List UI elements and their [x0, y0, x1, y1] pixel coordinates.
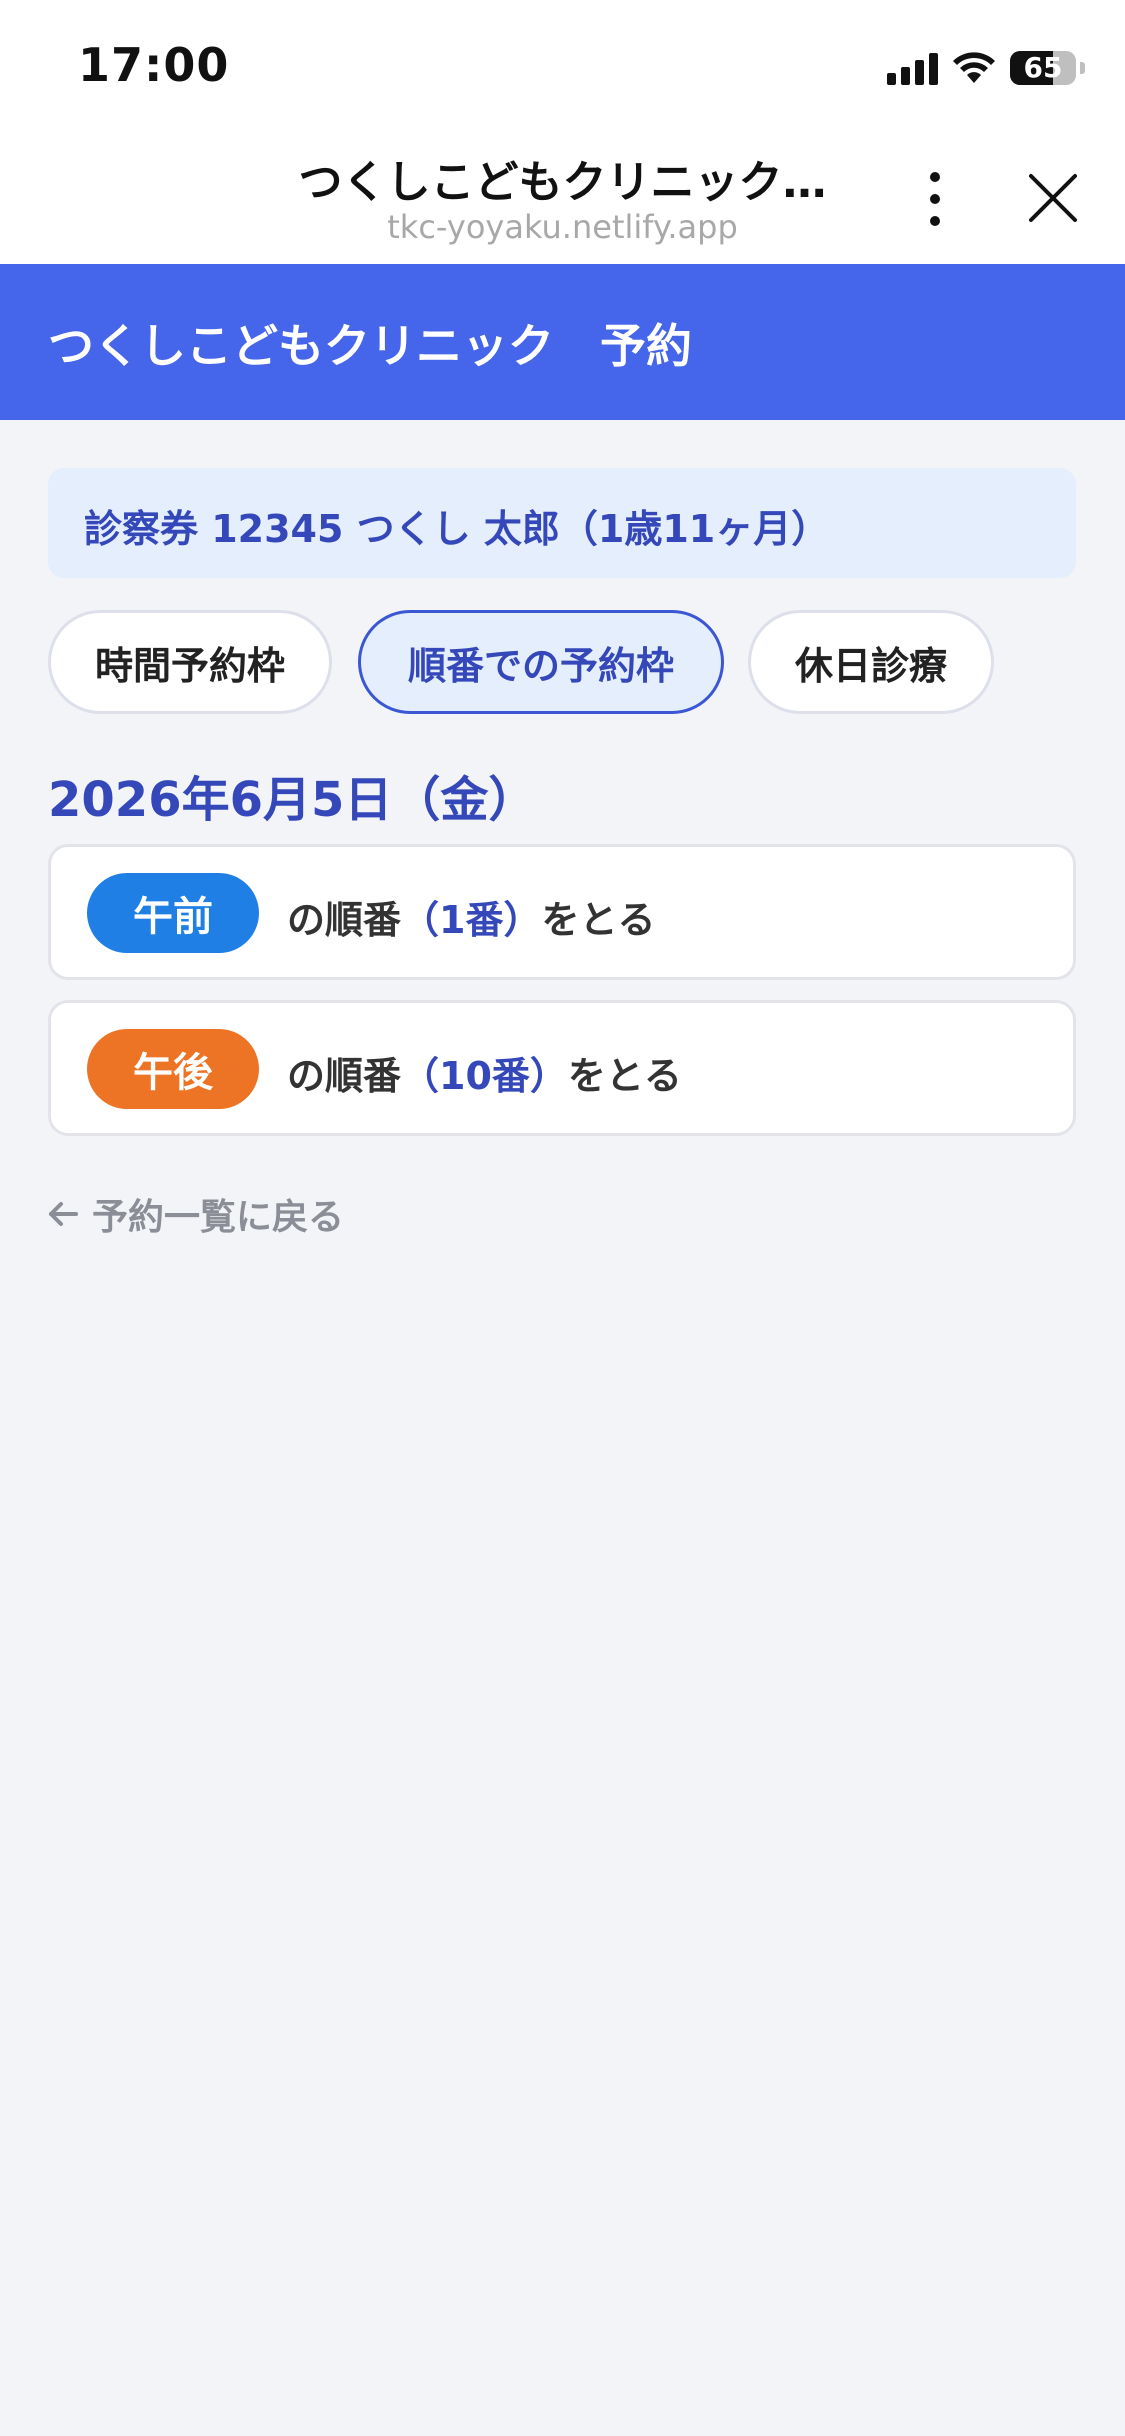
signal-icon [887, 51, 938, 85]
date-heading: 2026年6月5日（金） [48, 772, 537, 828]
app-header: つくしこどもクリニック 予約 [0, 264, 1125, 420]
more-vertical-icon[interactable] [920, 170, 950, 230]
close-icon[interactable] [1025, 170, 1081, 226]
patient-card: 診察券 12345 つくし 太郎（1歳11ヶ月） [48, 468, 1076, 578]
slot-prefix: の順番 [287, 898, 402, 942]
status-time: 17:00 [78, 38, 230, 92]
battery-nub [1080, 62, 1085, 74]
browser-url: tkc-yoyaku.netlify.app [387, 208, 738, 246]
slot-number: （1番） [401, 898, 542, 942]
back-link-label: 予約一覧に戻る [92, 1197, 345, 1238]
slot-suffix: をとる [567, 1054, 682, 1098]
app-title: つくしこどもクリニック 予約 [48, 319, 692, 373]
status-bar: 17:00 65 [0, 0, 1125, 130]
slot-morning[interactable]: 午前 の順番（1番）をとる [48, 844, 1076, 980]
tab-time-slots[interactable]: 時間予約枠 [48, 610, 332, 714]
patient-info: 診察券 12345 つくし 太郎（1歳11ヶ月） [84, 507, 830, 551]
slot-number: （10番） [401, 1054, 568, 1098]
tab-order-slots[interactable]: 順番での予約枠 [358, 610, 724, 714]
slot-badge-afternoon: 午後 [87, 1029, 259, 1109]
browser-title: つくしこどもクリニック… [298, 157, 827, 208]
battery-icon: 65 [1010, 51, 1076, 85]
slot-suffix: をとる [541, 898, 656, 942]
slot-badge-morning: 午前 [87, 873, 259, 953]
browser-header: つくしこどもクリニック… tkc-yoyaku.netlify.app [0, 130, 1125, 264]
back-to-list-link[interactable]: 予約一覧に戻る [48, 1188, 344, 1240]
wifi-icon [953, 52, 995, 83]
slot-text-morning: の順番（1番）をとる [287, 889, 655, 944]
arrow-left-icon [49, 1202, 78, 1226]
slot-afternoon[interactable]: 午後 の順番（10番）をとる [48, 1000, 1076, 1136]
slot-text-afternoon: の順番（10番）をとる [287, 1045, 682, 1100]
battery-level: 65 [1023, 51, 1063, 84]
slot-prefix: の順番 [287, 1054, 402, 1098]
status-icons: 65 [887, 46, 1085, 90]
tab-holiday[interactable]: 休日診療 [748, 610, 994, 714]
